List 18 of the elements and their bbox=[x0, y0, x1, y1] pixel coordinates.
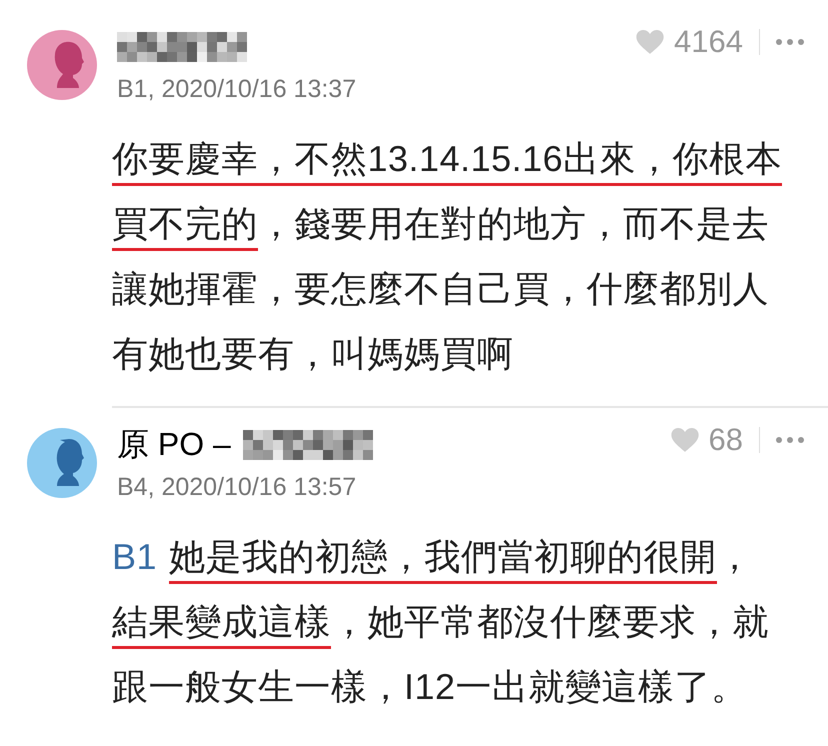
comment-text: 買不完的，錢要用在對的地方，而不是去 bbox=[112, 191, 828, 256]
comment-text: 讓她揮霍，要怎麼不自己買，什麼都別人 bbox=[112, 267, 770, 311]
more-icon[interactable] bbox=[776, 39, 804, 45]
like-count: 68 bbox=[708, 422, 743, 458]
comment-text: 跟一般女生一樣，I12一出就變這樣了。 bbox=[112, 665, 749, 709]
heart-icon[interactable] bbox=[670, 428, 699, 452]
floor-time: B1, 2020/10/16 13:37 bbox=[117, 74, 358, 104]
comment-text: 你要慶幸，不然13.14.15.16出來，你根本 bbox=[112, 126, 828, 191]
author-label: 原 PO – bbox=[117, 424, 231, 464]
comment-text: 有她也要有，叫媽媽買啊 bbox=[112, 332, 514, 376]
avatar-icon[interactable] bbox=[27, 30, 97, 100]
avatar-icon[interactable] bbox=[27, 428, 97, 498]
comment-text: B1 她是我的初戀，我們當初聊的很開， bbox=[112, 524, 828, 589]
heart-icon[interactable] bbox=[636, 30, 664, 54]
like-count: 4164 bbox=[674, 24, 743, 60]
floor-time: B4, 2020/10/16 13:57 bbox=[117, 472, 358, 502]
more-icon[interactable] bbox=[776, 437, 804, 443]
comment-text: 結果變成這樣，她平常都沒什麼要求，就 bbox=[112, 589, 828, 654]
